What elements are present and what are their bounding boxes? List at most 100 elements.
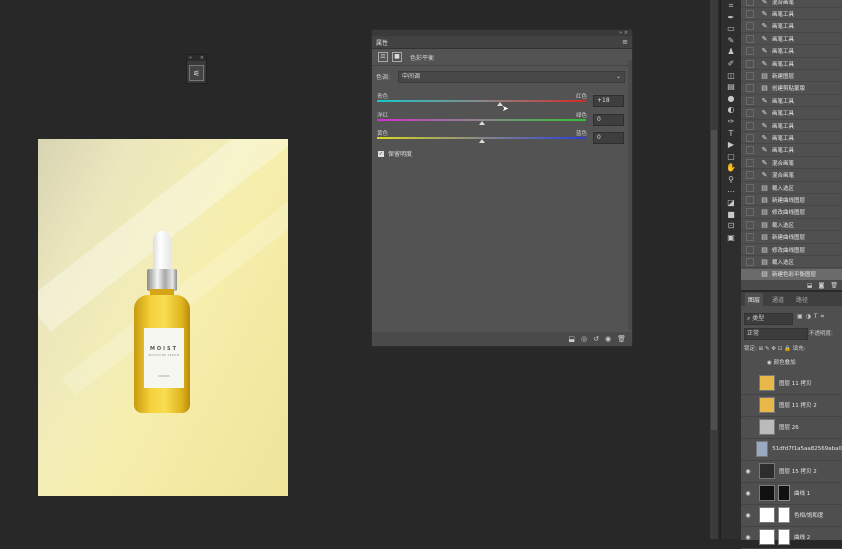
layer-thumbnail[interactable] [756, 441, 769, 457]
eyedropper-tool-icon[interactable]: ✒ [721, 12, 741, 24]
pen-tool-icon[interactable]: ✑ [721, 116, 741, 128]
layer-name[interactable]: 51dfd7f1a5aa82569aba0 [772, 446, 842, 452]
history-snapshot-toggle[interactable] [746, 158, 754, 167]
layer-thumbnail[interactable] [759, 397, 775, 413]
mini-panel-bar[interactable]: » × [187, 55, 206, 61]
slider-thumb[interactable] [478, 121, 485, 125]
history-item[interactable]: ✎ 画笔工具 [741, 46, 842, 58]
dodge-tool-icon[interactable]: ◐ [721, 104, 741, 116]
history-snapshot-toggle[interactable] [746, 121, 754, 130]
history-item[interactable]: ✎ 画笔工具 [741, 58, 842, 70]
layer-thumbnail[interactable] [759, 463, 775, 479]
history-item[interactable]: ✎ 混合画笔 [741, 170, 842, 182]
layer-mask-thumbnail[interactable] [778, 485, 790, 501]
path-select-icon[interactable]: ▶ [721, 139, 741, 151]
history-item[interactable]: ✎ 画笔工具 [741, 145, 842, 157]
history-snapshot-toggle[interactable] [746, 133, 754, 142]
frame-tool-icon[interactable]: ▭ [721, 23, 741, 35]
layer-row[interactable]: ◉ 曲线 2 [741, 526, 842, 549]
history-item[interactable]: ▤ 创建剪贴蒙版 [741, 83, 842, 95]
layer-thumbnail[interactable] [759, 375, 775, 391]
history-snapshot-toggle[interactable] [746, 84, 754, 93]
collapse-icon[interactable]: » [619, 30, 622, 36]
tab-layers[interactable]: 图层 [745, 293, 764, 306]
tone-select[interactable]: 中间调 ⌄ [398, 71, 625, 83]
history-item[interactable]: ✎ 画笔工具 [741, 8, 842, 21]
history-snapshot-toggle[interactable] [746, 233, 754, 242]
layer-name[interactable]: 图层 26 [779, 423, 799, 431]
history-item[interactable]: ✎ 混合画笔 [741, 0, 842, 8]
layer-name[interactable]: 色相/饱和度 [794, 511, 823, 519]
trash-icon[interactable]: 🗑 [617, 335, 626, 343]
layer-filter-select[interactable]: ⌕ 类型 [744, 313, 793, 325]
slider-value-input[interactable]: +18 [593, 95, 624, 107]
slider-value-input[interactable]: 0 [593, 114, 624, 126]
slider-value-input[interactable]: 0 [593, 132, 624, 144]
history-item[interactable]: ✎ 画笔工具 [741, 120, 842, 132]
layer-effect[interactable]: ◉ 颜色叠加 [767, 358, 796, 366]
layer-row[interactable]: 图层 11 拷贝 [741, 372, 842, 395]
foreground-color-icon[interactable]: ■ [721, 209, 741, 221]
tab-properties[interactable]: 属性 [376, 38, 388, 47]
layer-thumbnail[interactable] [759, 419, 775, 435]
history-snapshot-toggle[interactable] [746, 257, 754, 266]
history-snapshot-toggle[interactable] [746, 270, 754, 279]
gradient-tool-icon[interactable]: ▤ [721, 81, 741, 93]
preserve-luminosity[interactable]: ✓ 保留明度 [378, 149, 412, 158]
history-snapshot-toggle[interactable] [746, 183, 754, 192]
history-item[interactable]: ▤ 载入选区 [741, 256, 842, 269]
properties-toggle-icon[interactable]: ⚟ [189, 65, 204, 81]
hand-tool-icon[interactable]: ✋ [721, 162, 741, 174]
tab-channels[interactable]: 通道 [769, 293, 787, 306]
layer-name[interactable]: 图层 11 拷贝 2 [779, 401, 817, 409]
layer-row[interactable]: ◉ 曲线 1 [741, 482, 842, 505]
layer-thumbnail[interactable] [759, 507, 775, 523]
history-item[interactable]: ▤ 载入选区 [741, 219, 842, 232]
document-canvas[interactable]: MOIST MOISTURE SERUM COSMOS [38, 139, 288, 496]
history-item[interactable]: ✎ 画笔工具 [741, 108, 842, 120]
visibility-eye-icon[interactable]: ◉ [743, 490, 753, 497]
history-snapshot-toggle[interactable] [746, 208, 754, 217]
layer-row[interactable]: ◉ 图层 15 拷贝 2 [741, 460, 842, 483]
new-snapshot-icon[interactable]: ⬓ [807, 282, 813, 289]
layer-thumbnail[interactable] [759, 485, 775, 501]
history-item[interactable]: ✎ 混合画笔 [741, 157, 842, 170]
history-item[interactable]: ▤ 修改曲线图层 [741, 244, 842, 256]
history-snapshot-toggle[interactable] [746, 0, 754, 6]
layer-row[interactable]: 51dfd7f1a5aa82569aba0 [741, 438, 842, 461]
eraser-tool-icon[interactable]: ◫ [721, 70, 741, 82]
panel-menu-icon[interactable]: ≡ [622, 38, 628, 46]
scroll-thumb[interactable] [711, 130, 717, 430]
brush-tool-icon[interactable]: ✎ [721, 35, 741, 47]
zoom-tool-icon[interactable]: ⚲ [721, 174, 741, 186]
history-item[interactable]: ✎ 画笔工具 [741, 33, 842, 46]
history-snapshot-toggle[interactable] [746, 171, 754, 180]
camera-icon[interactable]: ◙ [819, 282, 825, 289]
screen-mode-icon[interactable]: ▣ [721, 232, 741, 244]
history-item[interactable]: ✎ 画笔工具 [741, 95, 842, 108]
layer-row[interactable]: 图层 11 拷贝 2 [741, 394, 842, 417]
view-previous-icon[interactable]: ◎ [581, 335, 587, 343]
mask-icon[interactable]: ■ [392, 52, 402, 62]
blend-mode-select[interactable]: 正常 [744, 328, 808, 340]
more-tools-icon[interactable]: ⋯ [721, 186, 741, 198]
type-tool-icon[interactable]: T [721, 128, 741, 140]
history-snapshot-toggle[interactable] [746, 22, 754, 31]
workspace-scrollbar[interactable] [710, 0, 718, 539]
tab-paths[interactable]: 路径 [793, 293, 811, 306]
history-item[interactable]: ▤ 修改曲线图层 [741, 207, 842, 219]
crop-tool-icon[interactable]: ⌗ [721, 0, 741, 12]
layer-name[interactable]: 图层 15 拷贝 2 [779, 467, 817, 475]
visibility-eye-icon[interactable]: ◉ [743, 468, 753, 475]
history-item[interactable]: ▤ 新建曲线图层 [741, 232, 842, 244]
reset-icon[interactable]: ↺ [593, 335, 599, 343]
history-snapshot-toggle[interactable] [746, 9, 754, 18]
shape-tool-icon[interactable]: ▢ [721, 151, 741, 163]
layer-mask-thumbnail[interactable] [778, 507, 790, 523]
history-snapshot-toggle[interactable] [746, 34, 754, 43]
history-item[interactable]: ✎ 画笔工具 [741, 132, 842, 145]
history-snapshot-toggle[interactable] [746, 96, 754, 105]
history-snapshot-toggle[interactable] [746, 71, 754, 80]
layer-mask-thumbnail[interactable] [778, 529, 790, 545]
history-item[interactable]: ✎ 画笔工具 [741, 21, 842, 33]
